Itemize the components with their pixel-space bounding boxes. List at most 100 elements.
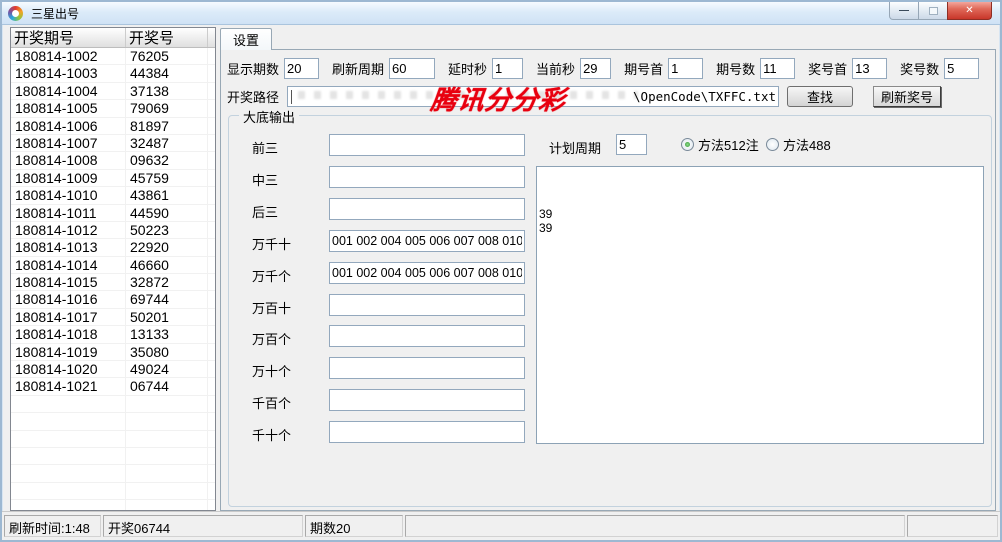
output-row-input[interactable] xyxy=(329,357,525,379)
table-row[interactable]: 180814-100681897 xyxy=(11,118,215,135)
table-row[interactable]: 180814-101669744 xyxy=(11,291,215,308)
output-row-input[interactable] xyxy=(329,294,525,316)
field-input[interactable] xyxy=(580,58,611,79)
method-488-radio[interactable]: 方法488 xyxy=(766,135,831,154)
cell-number: 79069 xyxy=(126,100,208,117)
path-value: \OpenCode\TXFFC.txt xyxy=(633,89,776,104)
column-header-number[interactable]: 开奖号 xyxy=(126,28,208,47)
cell-number: 50201 xyxy=(126,309,208,326)
cell-filler xyxy=(208,83,215,100)
status-refresh-time: 刷新时间:1:48 xyxy=(4,515,101,537)
field-input[interactable] xyxy=(284,58,319,79)
cell-filler xyxy=(208,291,215,308)
output-row-input[interactable] xyxy=(329,198,525,220)
table-row[interactable]: 180814-100579069 xyxy=(11,100,215,117)
path-row: 开奖路径 \OpenCode\TXFFC.txt 腾讯分分彩 查找 刷新奖号 xyxy=(225,85,993,107)
field-input[interactable] xyxy=(389,58,435,79)
cell-period: 180814-1014 xyxy=(11,257,126,274)
field-input[interactable] xyxy=(944,58,979,79)
path-label: 开奖路径 xyxy=(227,87,279,106)
maximize-icon xyxy=(929,7,938,15)
table-row[interactable]: 180814-101144590 xyxy=(11,205,215,222)
field-input[interactable] xyxy=(852,58,887,79)
field-input[interactable] xyxy=(760,58,795,79)
cell-number: 44590 xyxy=(126,205,208,222)
close-button[interactable]: ✕ xyxy=(947,2,992,20)
table-row[interactable]: 180814-100945759 xyxy=(11,170,215,187)
field-label: 刷新周期 xyxy=(332,59,384,78)
cell-period: 180814-1021 xyxy=(11,378,126,395)
minimize-button[interactable]: — xyxy=(889,2,919,20)
plan-cycle-label: 计划周期 xyxy=(549,138,601,157)
cell-period: 180814-1008 xyxy=(11,152,126,169)
refresh-prize-button[interactable]: 刷新奖号 xyxy=(873,86,941,107)
radio-dot-icon xyxy=(681,138,694,151)
field-label: 当前秒 xyxy=(536,59,575,78)
table-row[interactable]: 180814-101250223 xyxy=(11,222,215,239)
cell-filler xyxy=(208,465,215,482)
cell-filler xyxy=(208,274,215,291)
app-icon xyxy=(8,6,23,21)
table-row[interactable]: 180814-100276205 xyxy=(11,48,215,65)
field-input[interactable] xyxy=(492,58,523,79)
cell-number: 22920 xyxy=(126,239,208,256)
plan-output-box[interactable]: 39 39 xyxy=(536,166,984,444)
cell-filler xyxy=(208,309,215,326)
cell-filler xyxy=(208,152,215,169)
table-row[interactable]: 180814-101813133 xyxy=(11,326,215,343)
method-512-radio[interactable]: 方法512注 xyxy=(681,135,759,154)
cell-number xyxy=(126,500,208,511)
cell-filler xyxy=(208,326,215,343)
cell-period: 180814-1015 xyxy=(11,274,126,291)
table-row[interactable]: 180814-101532872 xyxy=(11,274,215,291)
output-row-input[interactable] xyxy=(329,230,525,252)
table-row[interactable]: 180814-100732487 xyxy=(11,135,215,152)
cell-filler xyxy=(208,431,215,448)
cell-filler xyxy=(208,118,215,135)
table-row[interactable]: 180814-100344384 xyxy=(11,65,215,82)
draw-results-table[interactable]: 开奖期号 开奖号 180814-100276205180814-10034438… xyxy=(10,27,216,511)
output-row-input[interactable] xyxy=(329,134,525,156)
output-row-input[interactable] xyxy=(329,262,525,284)
table-row[interactable]: 180814-101446660 xyxy=(11,257,215,274)
cell-period: 180814-1020 xyxy=(11,361,126,378)
cell-period: 180814-1016 xyxy=(11,291,126,308)
field-input[interactable] xyxy=(668,58,703,79)
column-header-period[interactable]: 开奖期号 xyxy=(11,28,126,47)
table-row[interactable]: 180814-102049024 xyxy=(11,361,215,378)
table-row[interactable]: 180814-100437138 xyxy=(11,83,215,100)
output-row-input[interactable] xyxy=(329,421,525,443)
settings-fields-row: 显示期数刷新周期延时秒当前秒期号首期号数奖号首奖号数 xyxy=(225,58,993,79)
cell-number xyxy=(126,431,208,448)
find-button[interactable]: 查找 xyxy=(787,86,853,107)
cell-number: 06744 xyxy=(126,378,208,395)
table-row[interactable]: 180814-102106744 xyxy=(11,378,215,395)
table-row[interactable]: 180814-101322920 xyxy=(11,239,215,256)
output-row-label: 后三 xyxy=(252,202,278,221)
output-row-input[interactable] xyxy=(329,389,525,411)
output-row-input[interactable] xyxy=(329,166,525,188)
window-title: 三星出号 xyxy=(31,5,79,22)
plan-cycle-input[interactable] xyxy=(616,134,647,155)
title-bar: 三星出号 — ✕ xyxy=(2,2,1000,25)
cell-period: 180814-1006 xyxy=(11,118,126,135)
cell-number: 35080 xyxy=(126,344,208,361)
table-row[interactable]: 180814-101750201 xyxy=(11,309,215,326)
cell-period xyxy=(11,500,126,511)
table-row[interactable]: 180814-101043861 xyxy=(11,187,215,204)
field-label: 延时秒 xyxy=(448,59,487,78)
cell-number xyxy=(126,448,208,465)
table-empty-row xyxy=(11,500,215,511)
table-empty-row xyxy=(11,413,215,430)
text-caret xyxy=(291,90,292,104)
table-row[interactable]: 180814-100809632 xyxy=(11,152,215,169)
tab-settings[interactable]: 设置 xyxy=(220,28,272,50)
status-bar: 刷新时间:1:48 开奖06744 期数20 xyxy=(2,511,1000,540)
output-row-input[interactable] xyxy=(329,325,525,347)
cell-period xyxy=(11,448,126,465)
cell-filler xyxy=(208,500,215,511)
table-row[interactable]: 180814-101935080 xyxy=(11,344,215,361)
status-last-draw: 开奖06744 xyxy=(103,515,303,537)
table-empty-row xyxy=(11,448,215,465)
maximize-button[interactable] xyxy=(919,2,947,20)
